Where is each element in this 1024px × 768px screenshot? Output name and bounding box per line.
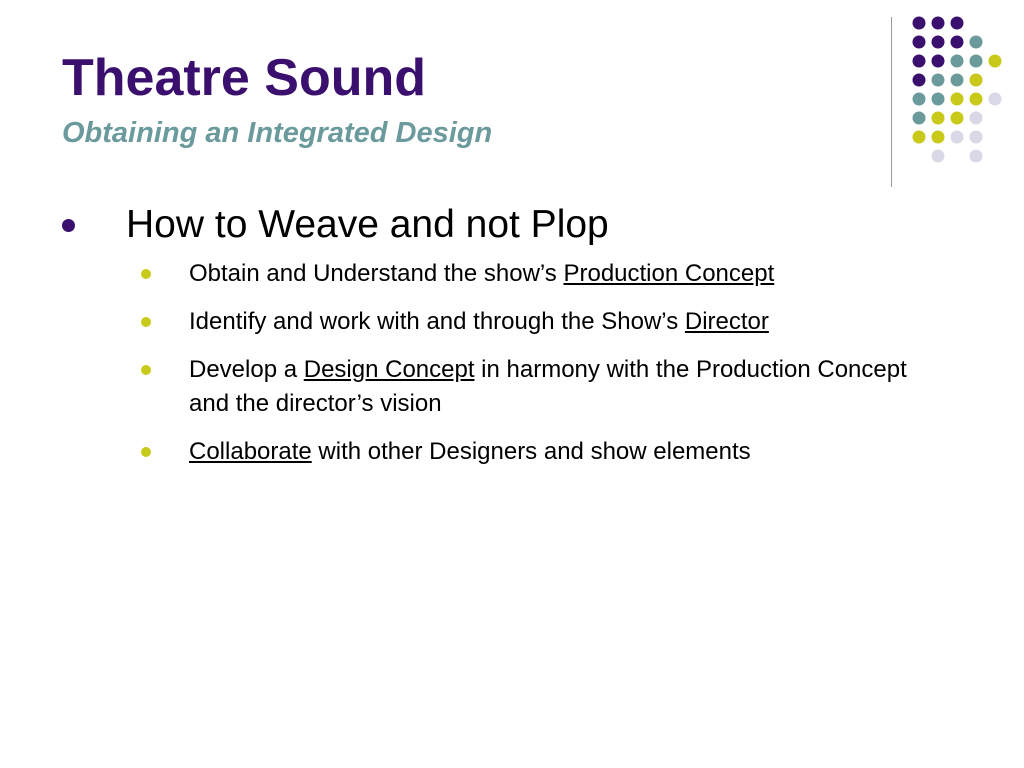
sub-bullet-icon [141,447,151,457]
design-concept-link[interactable]: Design Concept [304,356,475,383]
slide-title: Theatre Sound [62,49,427,107]
decorative-dot [969,73,983,87]
decorative-dot [912,92,926,106]
main-bullet-text: How to Weave and not Plop [126,203,609,246]
collaborate-link[interactable]: Collaborate [189,438,312,465]
decorative-dot [950,92,964,106]
decorative-dot [931,73,945,87]
decorative-dot [912,35,926,49]
decorative-dot [931,92,945,106]
decorative-dot [969,149,983,163]
decorative-dot [950,54,964,68]
decorative-dot [931,35,945,49]
decorative-dot [969,54,983,68]
sub-bullet-3: Develop a Design Concept in harmony with… [189,353,949,421]
decorative-dot [969,111,983,125]
decorative-dot [912,130,926,144]
decorative-dot [969,130,983,144]
sub-bullet-2: Identify and work with and through the S… [189,305,949,339]
decorative-divider [891,17,892,187]
decorative-dot [969,35,983,49]
decorative-dot [912,16,926,30]
sub-bullet-3-text: Develop a [189,356,304,383]
sub-bullet-4-tail: with other Designers and show elements [311,438,751,465]
decorative-dot [931,54,945,68]
decorative-dot [969,92,983,106]
decorative-dot [931,130,945,144]
director-link[interactable]: Director [685,308,769,335]
sub-bullet-icon [141,317,151,327]
decorative-dot [950,111,964,125]
production-concept-link[interactable]: Production Concept [563,260,774,287]
sub-bullet-4: Collaborate with other Designers and sho… [189,435,949,469]
decorative-dot [931,111,945,125]
decorative-dot [912,73,926,87]
slide: Theatre Sound Obtaining an Integrated De… [0,0,1024,768]
slide-subtitle: Obtaining an Integrated Design [62,117,493,149]
sub-bullet-2-text: Identify and work with and through the S… [189,308,685,335]
sub-bullet-1-text: Obtain and Understand the show’s [189,260,564,287]
decorative-dot [950,73,964,87]
decorative-dot [912,54,926,68]
decorative-dot [931,149,945,163]
decorative-dot [988,54,1002,68]
decorative-dot [988,92,1002,106]
bullet-icon [62,219,75,232]
sub-bullet-icon [141,269,151,279]
decorative-dot [931,16,945,30]
decorative-dot [912,111,926,125]
decorative-dot [950,130,964,144]
decorative-dot [950,16,964,30]
decorative-dot [950,35,964,49]
sub-bullet-1: Obtain and Understand the show’s Product… [189,257,949,291]
sub-bullet-icon [141,365,151,375]
